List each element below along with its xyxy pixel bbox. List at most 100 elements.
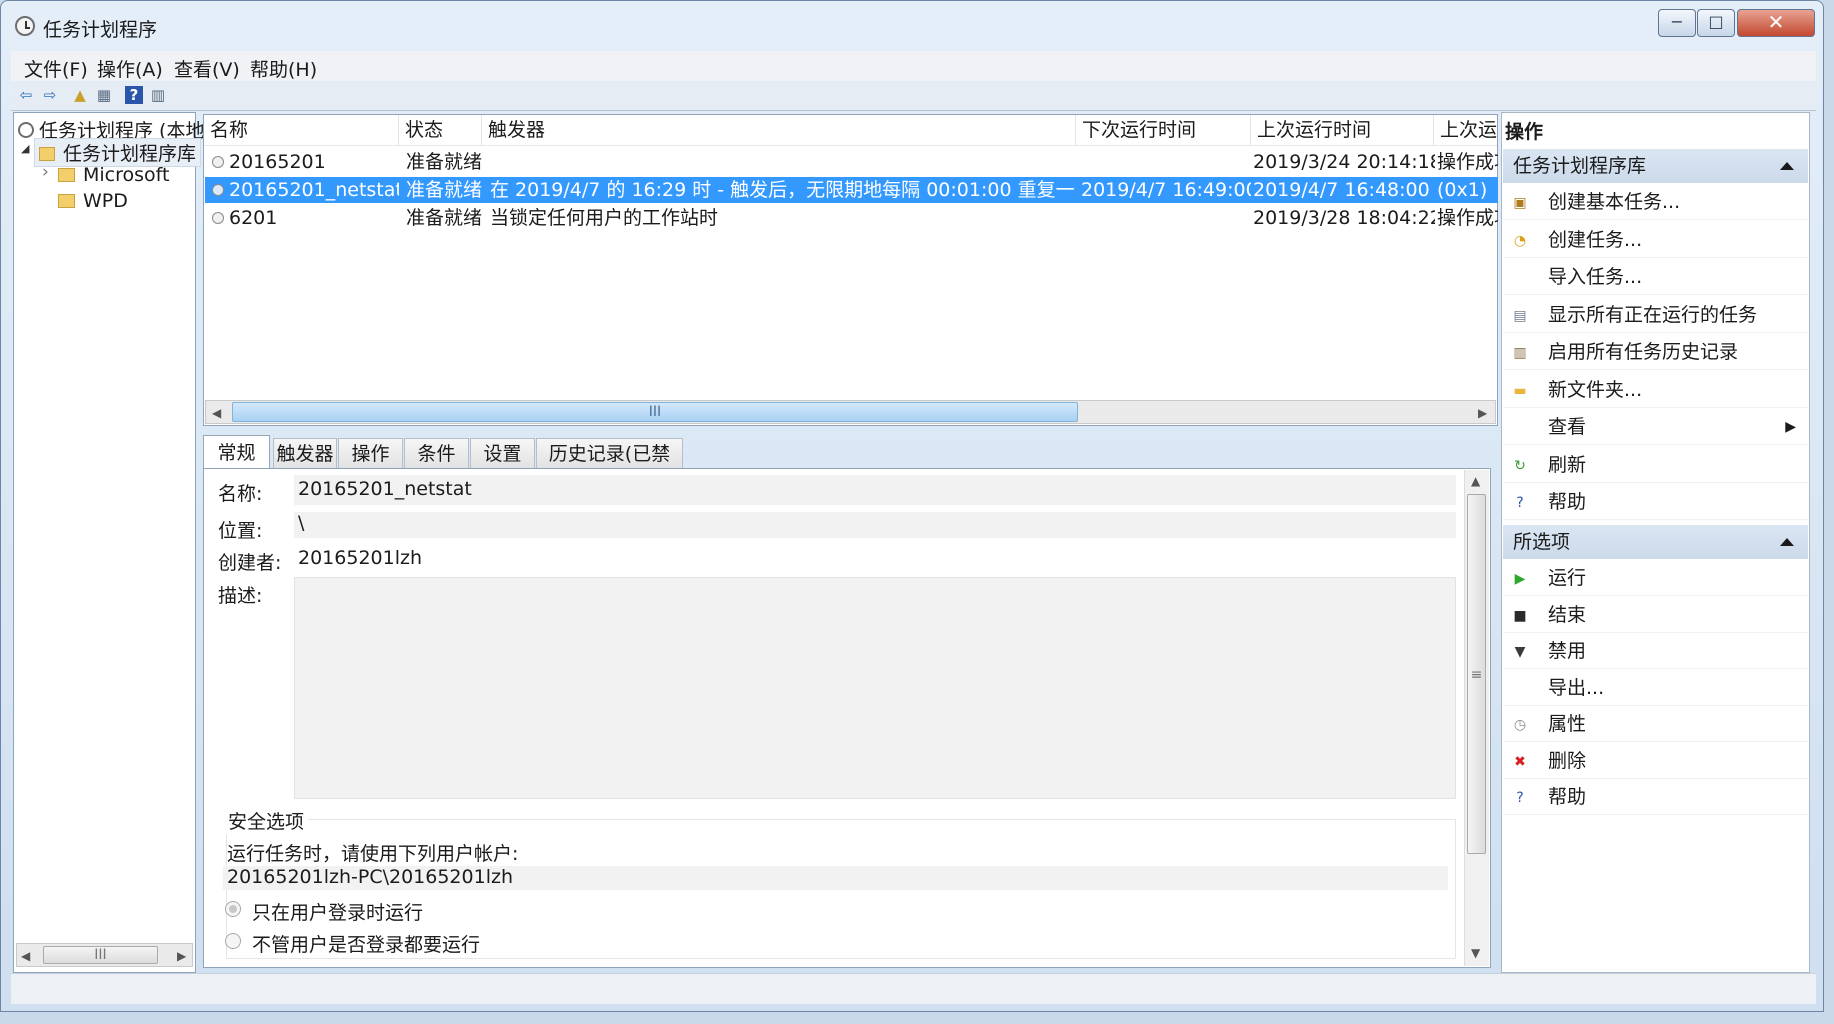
radio-run-when-logged-on[interactable] bbox=[225, 901, 241, 917]
window-title: 任务计划程序 bbox=[43, 19, 158, 41]
scroll-thumb[interactable]: ≡ bbox=[1467, 494, 1486, 854]
run-as-user-field[interactable]: 20165201lzh-PC\20165201lzh bbox=[223, 866, 1448, 890]
column-header-trigger[interactable]: 触发器 bbox=[482, 115, 1076, 145]
scroll-right-icon[interactable]: ▶ bbox=[1478, 406, 1487, 420]
column-header-last-run[interactable]: 上次运行时间 bbox=[1251, 115, 1434, 145]
help-icon[interactable]: ? bbox=[125, 86, 143, 104]
tree-horizontal-scrollbar[interactable]: ◀ III ▶ bbox=[16, 943, 193, 967]
delete-icon: ✖ bbox=[1514, 753, 1526, 770]
menu-view[interactable]: 查看(V) bbox=[174, 55, 240, 82]
action-item[interactable]: ▤ 显示所有正在运行的任务 bbox=[1503, 297, 1808, 333]
menu-action[interactable]: 操作(A) bbox=[97, 55, 163, 82]
forward-arrow-icon[interactable]: ⇨ bbox=[41, 86, 59, 104]
action-item[interactable]: ▥ 启用所有任务历史记录 bbox=[1503, 334, 1808, 370]
task-name: 20165201 bbox=[229, 151, 326, 173]
scroll-right-icon[interactable]: ▶ bbox=[177, 949, 186, 963]
scroll-thumb[interactable]: III bbox=[43, 946, 158, 964]
submenu-arrow-icon: ▶ bbox=[1785, 419, 1796, 435]
scroll-left-icon[interactable]: ◀ bbox=[21, 949, 30, 963]
action-item[interactable]: ? 帮助 bbox=[1503, 484, 1808, 520]
task-clock-icon bbox=[212, 156, 224, 168]
tab-triggers[interactable]: 触发器 bbox=[273, 438, 337, 468]
location-field[interactable]: \ bbox=[294, 512, 1456, 538]
action-item[interactable]: ▼ 禁用 bbox=[1503, 633, 1808, 669]
description-field[interactable] bbox=[294, 577, 1456, 799]
up-folder-icon[interactable]: ▲ bbox=[71, 86, 89, 104]
tree-item-library[interactable]: 任务计划程序库 bbox=[34, 138, 202, 167]
collapse-icon[interactable] bbox=[1780, 538, 1794, 546]
tab-conditions[interactable]: 条件 bbox=[404, 438, 469, 468]
action-item[interactable]: ▣ 创建基本任务... bbox=[1503, 184, 1808, 220]
description-label: 描述: bbox=[218, 585, 263, 607]
action-item-label: 新文件夹... bbox=[1548, 378, 1643, 401]
task-status: 准备就绪 bbox=[406, 207, 482, 229]
help-icon: ? bbox=[1516, 495, 1524, 511]
radio-run-always-label: 不管用户是否登录都要运行 bbox=[252, 934, 481, 956]
tab-actions[interactable]: 操作 bbox=[338, 438, 403, 468]
column-header-status[interactable]: 状态 bbox=[399, 115, 482, 145]
running-tasks-icon: ▤ bbox=[1513, 307, 1527, 324]
tree-item-microsoft[interactable]: Microsoft bbox=[58, 164, 169, 186]
tree-expand-icon[interactable]: › bbox=[42, 162, 49, 182]
scroll-thumb[interactable]: III bbox=[232, 402, 1078, 422]
scroll-down-icon[interactable]: ▼ bbox=[1471, 946, 1480, 960]
action-item[interactable]: 导入任务... bbox=[1503, 259, 1808, 295]
tree-item-wpd[interactable]: WPD bbox=[58, 190, 128, 212]
table-row[interactable]: 6201 准备就绪 当锁定任何用户的工作站时 2019/3/28 18:04:2… bbox=[205, 205, 1498, 231]
tab-settings[interactable]: 设置 bbox=[470, 438, 535, 468]
action-item[interactable]: 查看 ▶ bbox=[1503, 409, 1808, 445]
action-item[interactable]: ◔ 创建任务... bbox=[1503, 222, 1808, 258]
tab-history[interactable]: 历史记录(已禁用) bbox=[536, 438, 683, 495]
column-header-last-result[interactable]: 上次运行 bbox=[1434, 115, 1497, 145]
tab-general[interactable]: 常规 bbox=[203, 435, 270, 469]
task-list-horizontal-scrollbar[interactable]: ◀ III ▶ bbox=[205, 400, 1496, 424]
location-label: 位置: bbox=[218, 520, 263, 542]
maximize-button[interactable]: □ bbox=[1697, 9, 1735, 37]
tree-expand-icon[interactable]: ◢ bbox=[21, 142, 29, 155]
action-pane-title: 操作 bbox=[1505, 121, 1544, 143]
run-icon: ▶ bbox=[1514, 571, 1526, 587]
action-item[interactable]: ▬ 新文件夹... bbox=[1503, 372, 1808, 408]
status-bar bbox=[11, 973, 1816, 1004]
column-header-name[interactable]: 名称 bbox=[204, 115, 399, 145]
scroll-left-icon[interactable]: ◀ bbox=[212, 406, 221, 420]
detail-vertical-scrollbar[interactable]: ▲ ≡ ▼ bbox=[1464, 470, 1489, 966]
action-item[interactable]: ■ 结束 bbox=[1503, 597, 1808, 633]
back-arrow-icon[interactable]: ⇦ bbox=[17, 86, 35, 104]
action-item[interactable]: ✖ 删除 bbox=[1503, 743, 1808, 779]
task-scheduler-window: 任务计划程序 − □ ✕ 文件(F) 操作(A) 查看(V) 帮助(H) ⇦ ⇨… bbox=[0, 0, 1824, 1012]
action-item[interactable]: 导出... bbox=[1503, 670, 1808, 706]
tree-item-label: 任务计划程序库 bbox=[63, 143, 197, 165]
menu-file[interactable]: 文件(F) bbox=[24, 55, 88, 82]
action-item[interactable]: ? 帮助 bbox=[1503, 779, 1808, 815]
run-as-label: 运行任务时，请使用下列用户帐户: bbox=[227, 843, 519, 865]
table-row-selected[interactable]: 20165201_netstat 准备就绪 在 2019/4/7 的 16:29… bbox=[205, 177, 1498, 203]
radio-run-when-logged-on-label: 只在用户登录时运行 bbox=[252, 902, 424, 924]
scroll-up-icon[interactable]: ▲ bbox=[1471, 474, 1480, 488]
action-item-label: 刷新 bbox=[1548, 453, 1587, 476]
task-last-result: 操作成功 bbox=[1437, 151, 1498, 173]
task-name: 20165201_netstat bbox=[229, 179, 399, 201]
clock-icon bbox=[18, 122, 34, 138]
author-field[interactable]: 20165201lzh bbox=[294, 544, 1456, 574]
menu-help[interactable]: 帮助(H) bbox=[250, 55, 317, 82]
task-list-header: 名称 状态 触发器 下次运行时间 上次运行时间 上次运行 bbox=[204, 115, 1497, 146]
action-item[interactable]: ↻ 刷新 bbox=[1503, 447, 1808, 483]
task-detail-panel: 名称: 20165201_netstat 位置: \ 创建者: 20165201… bbox=[203, 468, 1491, 968]
action-item-label: 帮助 bbox=[1548, 786, 1587, 808]
table-row[interactable]: 20165201 准备就绪 2019/3/24 20:14:18 操作成功 bbox=[205, 149, 1498, 175]
collapse-icon[interactable] bbox=[1780, 162, 1794, 170]
show-action-pane-icon[interactable]: ▥ bbox=[149, 86, 167, 104]
action-section-selected[interactable]: 所选项 bbox=[1503, 525, 1808, 559]
action-item[interactable]: ▶ 运行 bbox=[1503, 560, 1808, 596]
column-header-next-run[interactable]: 下次运行时间 bbox=[1076, 115, 1251, 145]
minimize-button[interactable]: − bbox=[1658, 9, 1696, 37]
create-task-icon: ◔ bbox=[1513, 232, 1527, 249]
title-bar[interactable]: 任务计划程序 − □ ✕ bbox=[1, 1, 1823, 47]
close-button[interactable]: ✕ bbox=[1737, 9, 1815, 37]
radio-run-always[interactable] bbox=[225, 933, 241, 949]
action-item[interactable]: ◷ 属性 bbox=[1503, 706, 1808, 742]
name-field[interactable]: 20165201_netstat bbox=[294, 475, 1456, 505]
action-section-library[interactable]: 任务计划程序库 bbox=[1503, 149, 1808, 183]
show-hide-tree-icon[interactable]: ▦ bbox=[95, 86, 113, 104]
